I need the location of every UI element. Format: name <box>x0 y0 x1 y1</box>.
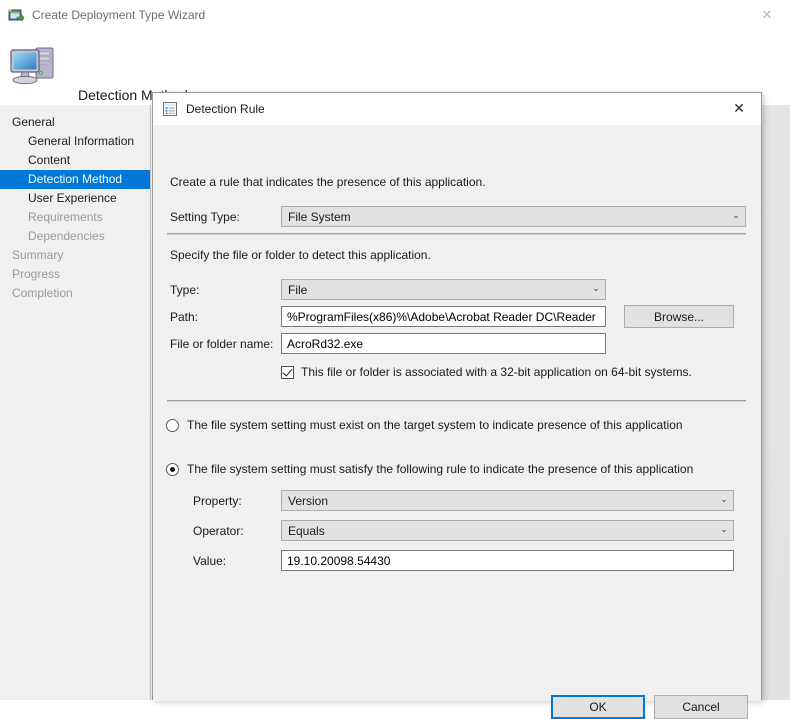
sidebar-item-completion: Completion <box>12 286 73 300</box>
setting-type-value: File System <box>288 209 351 224</box>
path-input[interactable]: %ProgramFiles(x86)%\Adobe\Acrobat Reader… <box>281 306 606 327</box>
radio-indicator <box>166 418 179 432</box>
path-value: %ProgramFiles(x86)%\Adobe\Acrobat Reader… <box>287 309 596 324</box>
checkbox-indicator <box>281 365 294 379</box>
chevron-down-icon: ⌄ <box>720 495 728 505</box>
assoc-32bit-checkbox[interactable]: This file or folder is associated with a… <box>281 365 692 379</box>
file-or-folder-name-value: AcroRd32.exe <box>287 336 364 351</box>
type-label: Type: <box>170 283 200 297</box>
sidebar-item-general-information[interactable]: General Information <box>0 132 150 151</box>
detection-rule-icon <box>162 101 178 117</box>
value-input[interactable]: 19.10.20098.54430 <box>281 550 734 571</box>
wizard-titlebar: Create Deployment Type Wizard ✕ <box>0 0 790 30</box>
path-label: Path: <box>170 310 199 324</box>
type-select[interactable]: File ⌄ <box>281 279 606 300</box>
section-divider-top <box>167 233 746 235</box>
computer-monitor-icon <box>8 42 60 90</box>
value-label: Value: <box>193 554 227 568</box>
file-or-folder-name-label: File or folder name: <box>170 337 274 351</box>
chevron-down-icon: ⌄ <box>720 525 728 535</box>
sidebar-item-summary: Summary <box>12 248 64 262</box>
operator-label: Operator: <box>193 524 244 538</box>
browse-button[interactable]: Browse... <box>624 305 734 328</box>
radio-must-satisfy[interactable]: The file system setting must satisfy the… <box>166 462 693 476</box>
radio-must-exist[interactable]: The file system setting must exist on th… <box>166 418 683 432</box>
radio-must-exist-label: The file system setting must exist on th… <box>187 418 683 432</box>
cancel-button[interactable]: Cancel <box>654 695 748 719</box>
wizard-close-button[interactable]: ✕ <box>744 0 790 30</box>
dialog-intro-text: Create a rule that indicates the presenc… <box>170 175 486 189</box>
sidebar-item-requirements: Requirements <box>28 210 103 224</box>
radio-must-satisfy-label: The file system setting must satisfy the… <box>187 462 694 476</box>
sidebar-item-content[interactable]: Content <box>0 151 150 170</box>
file-or-folder-name-input[interactable]: AcroRd32.exe <box>281 333 606 354</box>
wizard-title: Create Deployment Type Wizard <box>32 8 206 22</box>
sidebar-item-detection-method[interactable]: Detection Method <box>0 170 150 189</box>
operator-select[interactable]: Equals ⌄ <box>281 520 734 541</box>
operator-value: Equals <box>288 523 325 538</box>
sidebar-item-dependencies: Dependencies <box>28 229 105 243</box>
assoc-32bit-label: This file or folder is associated with a… <box>301 365 692 379</box>
property-label: Property: <box>193 494 242 508</box>
deployment-wizard-icon <box>8 7 24 23</box>
type-value: File <box>288 282 308 297</box>
wizard-nav-sidebar: General General Information Content Dete… <box>0 105 151 700</box>
sidebar-item-progress: Progress <box>12 267 61 281</box>
section-divider-middle <box>167 400 746 402</box>
dialog-title: Detection Rule <box>186 102 265 116</box>
radio-indicator <box>166 462 179 476</box>
sidebar-item-user-experience[interactable]: User Experience <box>0 189 150 208</box>
setting-type-label: Setting Type: <box>170 210 240 224</box>
dialog-titlebar: Detection Rule ✕ <box>153 93 761 125</box>
dialog-content: Create a rule that indicates the presenc… <box>153 125 761 719</box>
setting-type-select[interactable]: File System ⌄ <box>281 206 746 227</box>
property-value: Version <box>288 493 329 508</box>
chevron-down-icon: ⌄ <box>732 211 740 221</box>
property-select[interactable]: Version ⌄ <box>281 490 734 511</box>
chevron-down-icon: ⌄ <box>592 284 600 294</box>
ok-button[interactable]: OK <box>551 695 645 719</box>
detection-rule-dialog: Detection Rule ✕ Create a rule that indi… <box>152 92 762 719</box>
dialog-close-button[interactable]: ✕ <box>717 93 761 125</box>
specify-text: Specify the file or folder to detect thi… <box>170 248 431 262</box>
sidebar-item-general[interactable]: General <box>0 113 150 132</box>
value-value: 19.10.20098.54430 <box>287 553 391 568</box>
